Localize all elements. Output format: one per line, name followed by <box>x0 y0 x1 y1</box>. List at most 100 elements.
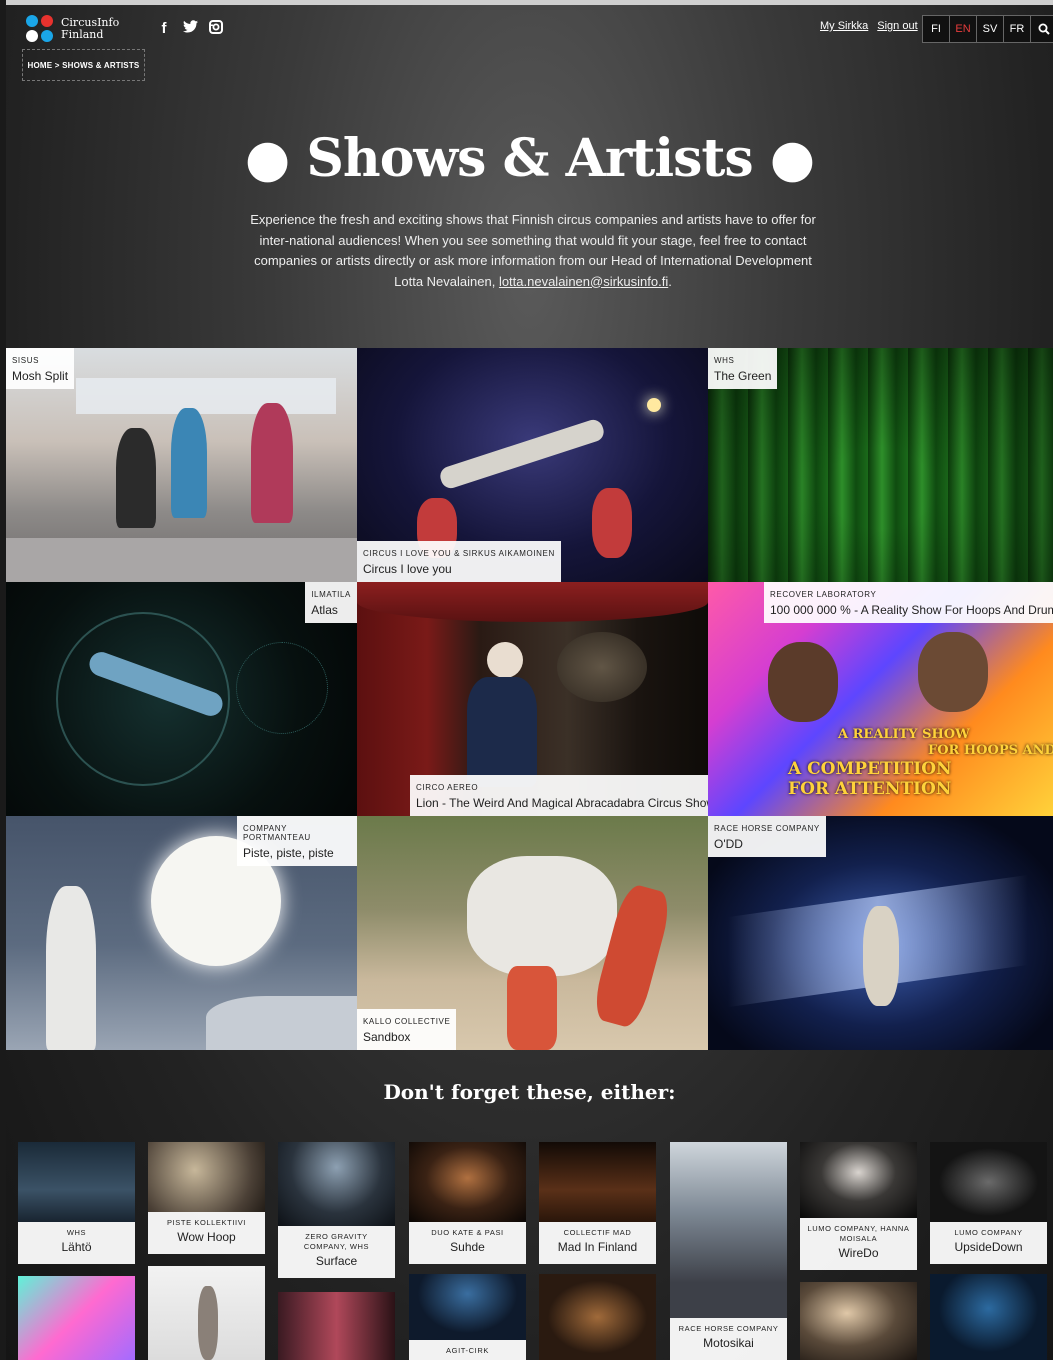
tile-image <box>171 408 207 518</box>
logo-dot <box>41 15 53 27</box>
show-tile-mosh-split[interactable]: SISUS Mosh Split <box>6 348 357 582</box>
tile-image <box>198 1286 218 1360</box>
more-caption: WHS Lähtö <box>18 1222 135 1264</box>
show-label: SISUS Mosh Split <box>6 348 75 389</box>
more-company: RACE HORSE COMPANY <box>678 1324 779 1333</box>
show-tile-odd[interactable]: RACE HORSE COMPANY O'DD <box>708 816 1053 1050</box>
breadcrumb-home[interactable]: HOME <box>28 61 53 70</box>
more-tile-row2-1[interactable] <box>18 1276 135 1360</box>
tile-image <box>148 1142 265 1212</box>
show-tile-circus-i-love-you[interactable]: CIRCUS I LOVE YOU & SIRKUS AIKAMOINEN Ci… <box>357 348 708 582</box>
show-company: SISUS <box>12 356 40 365</box>
show-tile-atlas[interactable]: ILMATILA Atlas <box>6 582 357 816</box>
logo-line-1: CircusInfo <box>61 15 120 29</box>
logo-text: CircusInfo Finland <box>61 15 120 41</box>
lang-sv[interactable]: SV <box>976 15 1003 43</box>
more-tile-row2-5[interactable] <box>539 1274 656 1360</box>
tile-image <box>670 1142 787 1318</box>
tile-image <box>647 398 661 412</box>
show-label: COMPANY PORTMANTEAU Piste, piste, piste <box>237 816 357 866</box>
logo-line-2: Finland <box>61 27 104 41</box>
more-caption: LUMO COMPANY UpsideDown <box>930 1222 1047 1264</box>
more-tile-motosikai[interactable]: RACE HORSE COMPANY Motosikai <box>670 1142 787 1360</box>
tile-image <box>800 1142 917 1218</box>
tile-image <box>236 642 328 734</box>
more-tile-wiredo[interactable]: LUMO COMPANY, HANNA MOISALA WireDo <box>800 1142 917 1270</box>
intro-end: . <box>668 273 672 289</box>
show-company: CIRCUS I LOVE YOU & SIRKUS AIKAMOINEN <box>363 549 555 558</box>
more-tile-wow-hoop[interactable]: PISTE KOLLEKTIIVI Wow Hoop <box>148 1142 265 1254</box>
tile-image <box>487 642 523 678</box>
more-name: Surface <box>315 1254 358 1268</box>
page-title: ● Shows & Artists ● <box>6 128 1053 189</box>
lang-fr[interactable]: FR <box>1003 15 1030 43</box>
page-title-text: Shows & Artists <box>306 128 753 189</box>
show-tile-100-000-000[interactable]: A REALITY SHOW FOR HOOPS AND A COMPETITI… <box>708 582 1053 816</box>
poster-line-4: FOR ATTENTION <box>788 779 952 799</box>
facebook-icon[interactable]: f <box>156 20 172 38</box>
more-tile-upsidedown[interactable]: LUMO COMPANY UpsideDown <box>930 1142 1047 1264</box>
show-name: Mosh Split <box>12 369 69 383</box>
more-tile-row2-7[interactable] <box>800 1282 917 1360</box>
show-tile-the-green[interactable]: WHS The Green <box>708 348 1053 582</box>
sign-out-link[interactable]: Sign out <box>877 20 917 32</box>
tile-image <box>557 632 647 702</box>
breadcrumb-separator: > <box>54 60 60 70</box>
tile-image <box>206 996 357 1050</box>
my-account-link[interactable]: My Sirkka <box>820 20 868 32</box>
instagram-icon[interactable] <box>208 20 224 38</box>
show-tile-piste-piste-piste[interactable]: COMPANY PORTMANTEAU Piste, piste, piste <box>6 816 357 1050</box>
more-name: Lähtö <box>61 1240 92 1254</box>
more-tile-mad-in-finland[interactable]: COLLECTIF MAD Mad In Finland <box>539 1142 656 1264</box>
more-company: WHS <box>66 1228 87 1237</box>
show-company: ILMATILA <box>311 590 351 599</box>
show-label: ILMATILA Atlas <box>305 582 357 623</box>
tile-image <box>918 632 988 712</box>
show-label: RACE HORSE COMPANY O'DD <box>708 816 826 857</box>
tile-image <box>278 1292 395 1360</box>
lang-fi[interactable]: FI <box>922 15 949 43</box>
more-name: Wow Hoop <box>177 1230 236 1244</box>
more-tile-row2-8[interactable] <box>930 1274 1047 1360</box>
show-tile-sandbox[interactable]: KALLO COLLECTIVE Sandbox <box>357 816 708 1050</box>
more-company: LUMO COMPANY, HANNA MOISALA <box>807 1224 910 1243</box>
tile-image <box>116 428 156 528</box>
tile-image <box>930 1274 1047 1360</box>
more-tile-agit-cirk[interactable]: AGIT-CIRK <box>409 1274 526 1360</box>
show-label: CIRCUS I LOVE YOU & SIRKUS AIKAMOINEN Ci… <box>357 541 561 582</box>
logo-dot <box>26 15 38 27</box>
poster-line-3: A COMPETITION <box>788 759 952 779</box>
tile-image <box>18 1142 135 1222</box>
site-logo[interactable]: CircusInfo Finland <box>26 15 119 42</box>
twitter-icon[interactable] <box>182 20 198 38</box>
more-caption: AGIT-CIRK <box>409 1340 526 1360</box>
show-company: COMPANY PORTMANTEAU <box>243 824 311 842</box>
lang-en[interactable]: EN <box>949 15 976 43</box>
more-tile-row2-3[interactable] <box>278 1292 395 1360</box>
tile-image <box>18 1276 135 1360</box>
more-tile-lahto[interactable]: WHS Lähtö <box>18 1142 135 1264</box>
show-label: CIRCO AEREO Lion - The Weird And Magical… <box>410 775 708 816</box>
more-tile-row2-2[interactable] <box>148 1266 265 1360</box>
intro-text: Experience the fresh and exciting shows … <box>248 210 818 292</box>
search-button[interactable] <box>1030 15 1053 43</box>
show-name: 100 000 000 % - A Reality Show For Hoops… <box>770 603 1053 617</box>
tile-image <box>76 378 336 414</box>
contact-email-link[interactable]: lotta.nevalainen@sirkusinfo.fi <box>499 274 668 289</box>
more-name: Motosikai <box>703 1336 754 1350</box>
more-name: Mad In Finland <box>557 1240 638 1254</box>
poster-line-1: A REALITY SHOW <box>838 727 970 742</box>
tile-image <box>467 677 537 787</box>
show-tile-lion[interactable]: CIRCO AEREO Lion - The Weird And Magical… <box>357 582 708 816</box>
more-tile-suhde[interactable]: DUO KATE & PASI Suhde <box>409 1142 526 1264</box>
social-links: f <box>156 20 224 38</box>
tile-image <box>357 582 708 622</box>
show-company: KALLO COLLECTIVE <box>363 1017 451 1026</box>
featured-grid: SISUS Mosh Split CIRCUS I LOVE YOU & SIR… <box>6 348 1053 1051</box>
more-tile-surface[interactable]: ZERO GRAVITY COMPANY, WHS Surface <box>278 1142 395 1278</box>
page: CircusInfo Finland f My Sirkka Sign out … <box>6 0 1053 1360</box>
tile-image <box>437 417 607 491</box>
logo-dot <box>26 30 38 42</box>
show-label: RECOVER LABORATORY 100 000 000 % - A Rea… <box>764 582 1053 623</box>
tile-image <box>278 1142 395 1226</box>
